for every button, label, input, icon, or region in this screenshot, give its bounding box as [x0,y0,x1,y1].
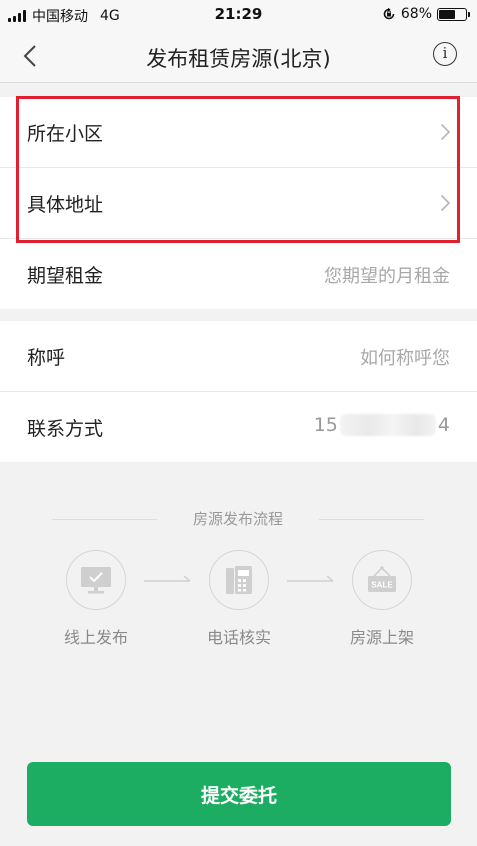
community-row[interactable]: 所在小区 [0,97,477,168]
battery-icon [437,7,470,21]
step-label: 电话核实 [206,628,271,647]
arrow-right-icon [287,575,334,582]
rent-row[interactable]: 期望租金 您期望的月租金 [0,239,477,309]
divider [319,519,424,520]
name-label: 称呼 [27,347,66,369]
name-row[interactable]: 称呼 如何称呼您 [0,321,477,392]
telephone-icon [226,566,252,594]
phone-input[interactable]: 15 4 [314,414,450,436]
process-step-publish: 线上发布 [46,550,146,648]
address-label: 具体地址 [27,194,104,216]
process-step-verify: 电话核实 [189,550,289,648]
step-circle [66,550,126,610]
monitor-check-icon [81,567,111,594]
chevron-right-icon [440,123,451,141]
submit-button[interactable]: 提交委托 [27,762,451,826]
address-row[interactable]: 具体地址 [0,168,477,239]
rent-input[interactable]: 您期望的月租金 [324,262,450,288]
arrow-right-icon [144,575,191,582]
status-bar: 中国移动 4G 21:29 68% [0,0,477,30]
step-label: 线上发布 [63,628,128,647]
status-right: 68% [382,6,470,22]
battery-percent: 68% [400,6,432,22]
orientation-lock-icon [383,7,395,20]
contact-label: 联系方式 [27,418,104,440]
rent-label: 期望租金 [27,265,104,287]
name-input[interactable]: 如何称呼您 [360,344,450,370]
contact-group: 称呼 如何称呼您 联系方式 15 4 [0,321,477,462]
step-circle [209,550,269,610]
phone-end: 4 [437,414,450,436]
nav-bar: 发布租赁房源(北京) i [0,30,477,83]
process-header: 房源发布流程 [52,506,424,532]
process-step-list: SALE 房源上架 [332,550,432,648]
step-label: 房源上架 [349,628,414,647]
battery-fill [439,9,456,19]
info-icon[interactable]: i [433,42,457,66]
page-title: 发布租赁房源(北京) [146,47,331,71]
community-label: 所在小区 [27,123,104,145]
location-group: 所在小区 具体地址 期望租金 您期望的月租金 [0,97,477,309]
sale-sign-icon: SALE [368,566,396,592]
chevron-right-icon [440,194,451,212]
contact-row[interactable]: 联系方式 15 4 [0,392,477,462]
phone-start: 15 [313,414,338,436]
sale-sign-text: SALE [371,581,393,590]
phone-masked [339,414,436,436]
step-circle: SALE [352,550,412,610]
